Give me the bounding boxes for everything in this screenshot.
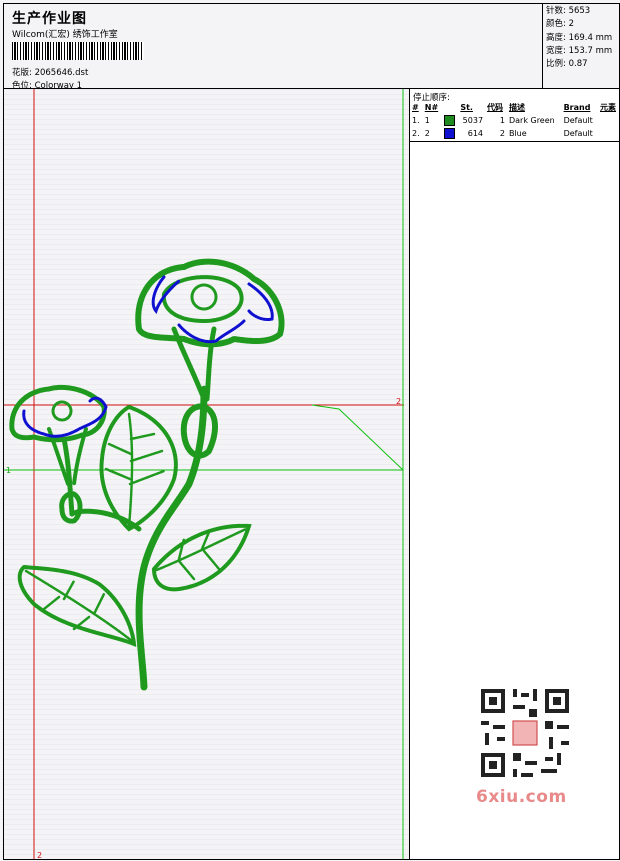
barcode-icon	[12, 42, 144, 60]
watermark-text: 6xiu.com	[476, 787, 567, 807]
col-description: 描述	[508, 103, 525, 112]
embroidery-blue	[22, 275, 274, 438]
color-swatch-icon	[443, 115, 455, 126]
page-title: 生产作业图	[12, 11, 87, 27]
design-file: 花版: 2065646.dst	[12, 66, 88, 78]
panel-divider	[410, 141, 619, 142]
stat-height: 高度: 169.4 mm	[546, 32, 613, 43]
color-table: # N# St. 代码 描述 Brand 元素 1. 1 5037 1 Dark…	[410, 101, 620, 140]
col-code: 代码	[487, 103, 504, 112]
table-row: 1. 1 5037 1 Dark Green Default	[412, 115, 593, 126]
table-row: 2. 2 614 2 Blue Default	[412, 128, 593, 139]
design-stats: 针数: 5653 颜色: 2 高度: 169.4 mm 宽度: 153.7 mm…	[546, 5, 612, 71]
header-info: 生产作业图 Wilcom(汇宏) 绣饰工作室 花版: 2065646.dst 色…	[3, 3, 543, 91]
stat-scale: 比例: 0.87	[546, 59, 588, 70]
studio-name: Wilcom(汇宏) 绣饰工作室	[12, 30, 118, 40]
stat-colors: 颜色: 2	[546, 19, 574, 30]
design-file-label: 花版:	[12, 68, 32, 78]
col-brand: Brand	[563, 103, 591, 112]
col-element: 元素	[600, 103, 617, 112]
qr-code-icon	[477, 685, 573, 781]
col-index: #	[412, 103, 419, 112]
col-swatch	[442, 101, 458, 114]
embroidery-canvas: 1 2 2	[4, 89, 404, 860]
design-preview: 1 2 2	[3, 88, 410, 860]
color-swatch-icon	[443, 128, 455, 139]
guide-marker-1: 1	[6, 466, 11, 475]
stat-width: 宽度: 153.7 mm	[546, 45, 613, 56]
watermark: 6xiu.com	[471, 681, 581, 811]
col-n: N#	[424, 103, 439, 112]
guide-marker-2-bottom: 2	[37, 851, 42, 860]
color-table-header: # N# St. 代码 描述 Brand 元素	[410, 101, 620, 114]
green-guide-diagonal	[311, 404, 404, 471]
stat-stitches: 针数: 5653	[546, 6, 591, 16]
guide-marker-2-top: 2	[396, 397, 401, 406]
col-stitches: St.	[460, 103, 473, 112]
design-file-value: 2065646.dst	[34, 68, 89, 78]
